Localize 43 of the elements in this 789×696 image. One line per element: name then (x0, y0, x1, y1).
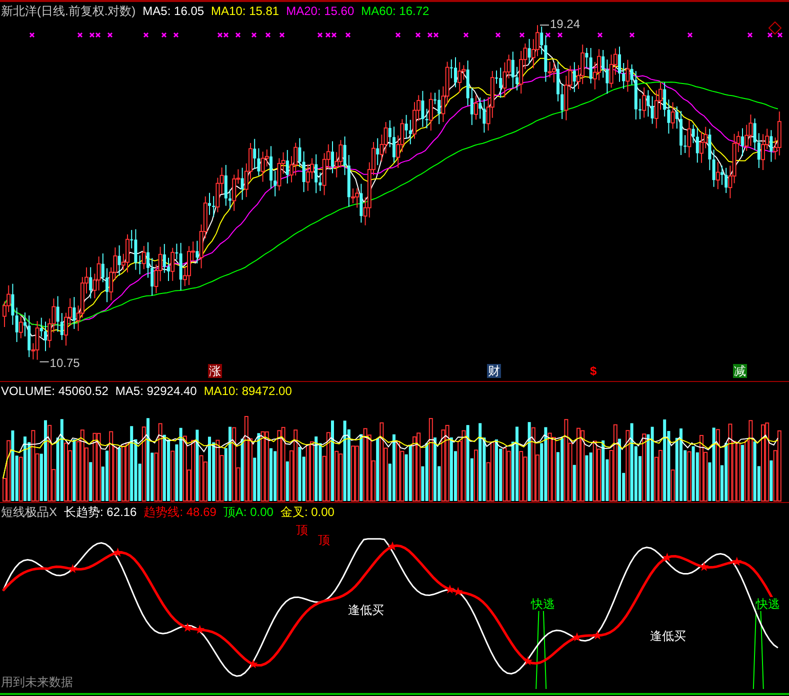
signal-label: 逢低买 (348, 603, 384, 617)
low-price-label: 10.75 (50, 356, 80, 370)
star-marker (732, 556, 742, 566)
star-marker (248, 659, 258, 668)
indicator-reading: MA5: 16.05 (142, 4, 204, 18)
footnote: 用到未来数据 (1, 675, 73, 689)
star-marker (68, 564, 78, 573)
indicator-title: 短线极品X (1, 504, 58, 520)
star-marker (445, 584, 455, 594)
signal-label: 顶 (318, 533, 330, 547)
indicator-reading: 长趋势: 62.16 (64, 504, 137, 520)
star-marker (699, 562, 709, 571)
diamond-icon (768, 21, 782, 35)
signal-label: 快逃 (756, 597, 780, 611)
high-price-label: 19.24 (550, 17, 580, 32)
signal-badge: 财 (487, 364, 501, 378)
signal-badge: 减 (733, 364, 747, 378)
star-marker (662, 552, 672, 562)
indicator-reading: MA10: 15.81 (211, 4, 280, 18)
signal-label: 顶 (296, 523, 308, 537)
star-marker (572, 632, 582, 642)
star-marker (388, 541, 398, 550)
signal-label: 逢低买 (650, 629, 686, 643)
star-marker (592, 630, 602, 640)
star-marker (453, 586, 463, 596)
dollar-sign: $ (590, 364, 597, 378)
star-marker (523, 656, 533, 666)
chart-title: 新北洋(日线.前复权.对数) (1, 2, 136, 20)
indicator-reading: MA5: 92924.40 (115, 384, 197, 398)
indicator-reading: 顶A: 0.00 (223, 504, 274, 520)
leader-line (540, 24, 550, 26)
star-marker (113, 548, 123, 557)
leader-line (39, 361, 50, 362)
star-marker (182, 622, 192, 632)
star-marker (195, 624, 205, 634)
indicator-reading: 趋势线: 48.69 (144, 504, 216, 520)
indicator-reading: MA60: 16.72 (361, 4, 430, 18)
signal-label: 快逃 (531, 597, 555, 611)
signal-badge: 涨 (208, 364, 222, 378)
indicator-reading: VOLUME: 45060.52 (1, 384, 108, 398)
indicator-reading: MA20: 15.60 (286, 4, 354, 18)
indicator-reading: MA10: 89472.00 (204, 384, 292, 398)
indicator-reading: 金叉: 0.00 (280, 504, 334, 520)
